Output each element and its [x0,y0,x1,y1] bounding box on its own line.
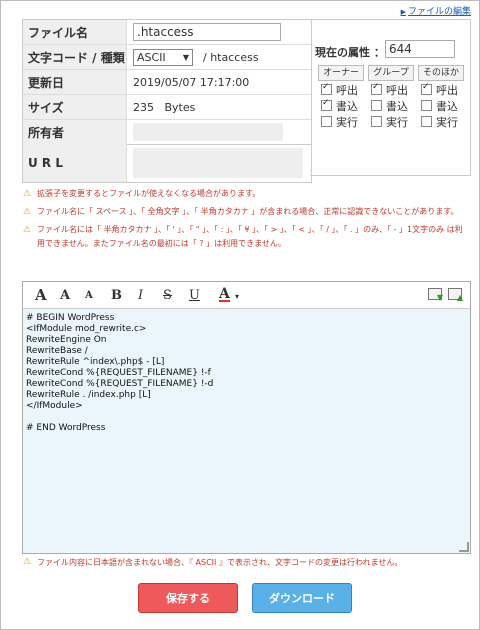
perm-value-input[interactable]: 644 [385,40,455,58]
url-value-redacted [133,148,303,178]
group-read-label: 呼出 [386,83,408,97]
warning-item: ⚠ 拡張子を変更するとファイルが使えなくなる場合があります。 [23,187,463,201]
insert-up-icon[interactable]: ▲ [448,288,463,302]
owner-exec-checkbox[interactable] [321,116,332,127]
other-write-checkbox[interactable] [421,100,432,111]
row-size: サイズ 235 Bytes [23,95,311,120]
row-owner: 所有者 [23,120,311,144]
file-type: / htaccess [203,50,259,64]
font-size-medium-icon[interactable]: A [60,288,70,303]
group-write-label: 書込 [386,99,408,113]
perm-col-other: そのほか 呼出 書込 実行 [418,65,464,129]
size-value: 235 Bytes [133,100,196,114]
editor-toolbar: A A A B I S U A ▾ ▼ ▲ [23,282,470,309]
save-button[interactable]: 保存する [138,583,238,613]
charset-selected: ASCII [137,50,166,64]
italic-icon[interactable]: I [138,288,143,303]
size-label: サイズ [23,95,127,119]
owner-read-checkbox[interactable] [321,82,332,95]
other-exec-checkbox[interactable] [421,116,432,127]
filename-input[interactable]: .htaccess [133,23,281,41]
font-size-small-icon[interactable]: A [85,290,93,301]
select-arrow-icon: ▼ [182,52,189,62]
edit-file-label: ファイルの編集 [407,7,471,17]
filename-label: ファイル名 [23,20,127,44]
file-info-table: ファイル名 .htaccess 文字コード / 種類 ASCII ▼ / htac… [22,19,312,145]
warning-text: ファイル名に「 スペース 」、「 全角文字 」、「 半角カタカナ 」が含まれる場… [37,207,459,216]
bottom-warning: ⚠ ファイル内容に日本語が含まれない場合、『 ASCII 』で表示され、文字コード… [23,557,402,568]
perm-col-group: グループ 呼出 書込 実行 [368,65,414,129]
text-color-icon[interactable]: A [219,286,230,302]
warning-icon: ⚠ [23,207,32,217]
row-charset: 文字コード / 種類 ASCII ▼ / htaccess [23,45,311,70]
updated-label: 更新日 [23,70,127,94]
warning-list: ⚠ 拡張子を変更するとファイルが使えなくなる場合があります。 ⚠ ファイル名に「 ス… [23,187,463,255]
updated-value: 2019/05/07 17:17:00 [133,75,250,89]
edit-file-link[interactable]: ▶ ファイルの編集 [401,4,471,17]
row-updated: 更新日 2019/05/07 17:17:00 [23,70,311,95]
permissions-panel: 現在の属性 ： 644 オーナー 呼出 書込 実行 グループ 呼出 書込 実行 … [310,19,471,176]
code-editor: A A A B I S U A ▾ ▼ ▲ # BEGIN WordPress … [22,281,471,554]
row-url: U R L [22,144,312,183]
resize-handle[interactable] [459,542,469,552]
perm-owner-head: オーナー [318,65,364,81]
perm-col-owner: オーナー 呼出 書込 実行 [318,65,364,129]
perm-other-head: そのほか [418,65,464,81]
charset-select[interactable]: ASCII ▼ [133,48,193,66]
charset-label: 文字コード / 種類 [23,45,127,69]
bold-icon[interactable]: B [111,288,122,303]
other-read-checkbox[interactable] [421,82,432,95]
other-write-label: 書込 [436,99,458,113]
owner-exec-label: 実行 [336,115,358,129]
strikethrough-icon[interactable]: S [163,288,172,303]
warning-item: ⚠ ファイル名に「 スペース 」、「 全角文字 」、「 半角カタカナ 」が含まれる… [23,205,463,219]
underline-icon[interactable]: U [189,288,200,303]
perm-group-head: グループ [368,65,414,81]
owner-write-checkbox[interactable] [321,98,332,111]
download-button[interactable]: ダウンロード [252,583,352,613]
triangle-icon: ▶ [400,8,406,16]
warning-icon: ⚠ [23,557,32,567]
owner-write-label: 書込 [336,99,358,113]
perm-title: 現在の属性 ： [315,46,385,59]
warning-item: ⚠ ファイル名には「 半角カタカナ 」、「 ' 」、「 " 」、「 : 」、「 ¥… [23,223,463,251]
insert-down-icon[interactable]: ▼ [428,288,443,302]
row-filename: ファイル名 .htaccess [23,20,311,45]
group-exec-checkbox[interactable] [371,116,382,127]
other-exec-label: 実行 [436,115,458,129]
bottom-warning-text: ファイル内容に日本語が含まれない場合、『 ASCII 』で表示され、文字コードの… [37,558,403,567]
chevron-down-icon[interactable]: ▾ [235,291,239,301]
owner-label: 所有者 [23,120,127,144]
group-read-checkbox[interactable] [371,82,382,95]
warning-icon: ⚠ [23,225,32,235]
warning-text: 拡張子を変更するとファイルが使えなくなる場合があります。 [37,189,261,198]
warning-text: ファイル名には「 半角カタカナ 」、「 ' 」、「 " 」、「 : 」、「 ¥ … [37,225,463,248]
editor-content[interactable]: # BEGIN WordPress <IfModule mod_rewrite.… [23,309,470,438]
warning-icon: ⚠ [23,189,32,199]
owner-value-redacted [133,123,283,141]
group-write-checkbox[interactable] [371,100,382,111]
group-exec-label: 実行 [386,115,408,129]
url-label: U R L [23,144,127,182]
font-size-large-icon[interactable]: A [35,286,47,304]
other-read-label: 呼出 [436,83,458,97]
owner-read-label: 呼出 [336,83,358,97]
